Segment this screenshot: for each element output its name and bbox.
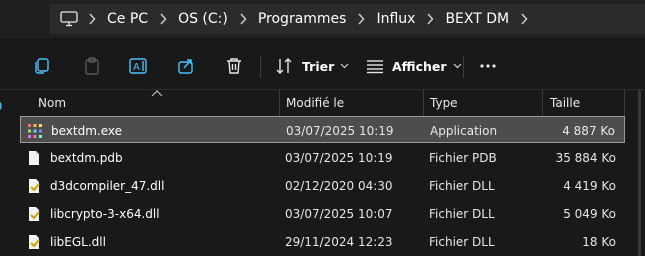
column-resize-handle[interactable] bbox=[624, 90, 625, 116]
chevron-right-icon[interactable] bbox=[151, 13, 175, 25]
file-type: Fichier DLL bbox=[429, 178, 495, 193]
column-header-modified[interactable]: Modifié le bbox=[286, 90, 344, 116]
dll-icon bbox=[26, 206, 42, 222]
file-modified: 03/07/2025 10:19 bbox=[286, 123, 394, 138]
dll-icon bbox=[26, 178, 42, 194]
file-row[interactable]: libcrypto-3-x64.dll 03/07/2025 10:07 Fic… bbox=[20, 200, 625, 227]
exe-icon bbox=[27, 123, 43, 139]
toolbar-divider bbox=[260, 56, 261, 78]
file-row[interactable]: bextdm.exe 03/07/2025 10:19 Application … bbox=[20, 116, 625, 143]
breadcrumb-item-bext-dm[interactable]: BEXT DM bbox=[442, 11, 512, 27]
file-row[interactable]: bextdm.pdb 03/07/2025 10:19 Fichier PDB … bbox=[20, 144, 625, 171]
file-name: bextdm.pdb bbox=[50, 150, 123, 165]
address-bar: Ce PC OS (C:) Programmes Influx BEXT DM bbox=[0, 0, 645, 38]
column-resize-handle[interactable] bbox=[542, 90, 543, 116]
file-row[interactable]: libEGL.dll 29/11/2024 12:23 Fichier DLL … bbox=[20, 228, 625, 255]
file-modified: 03/07/2025 10:19 bbox=[285, 150, 393, 165]
share-button[interactable] bbox=[176, 52, 196, 80]
cut-button[interactable] bbox=[32, 52, 52, 80]
chevron-down-icon bbox=[340, 63, 349, 69]
sort-icon bbox=[276, 58, 292, 74]
copy-icon bbox=[35, 58, 49, 74]
chevron-right-icon[interactable] bbox=[418, 13, 442, 25]
chevron-right-icon[interactable] bbox=[231, 13, 255, 25]
command-bar: A Trier Afficher bbox=[0, 38, 645, 111]
file-size: 35 884 Ko bbox=[555, 150, 616, 165]
breadcrumb-item-programmes[interactable]: Programmes bbox=[255, 11, 350, 27]
breadcrumb-item-ce-pc[interactable]: Ce PC bbox=[104, 11, 151, 27]
new-item-icon[interactable] bbox=[0, 98, 6, 118]
chevron-down-icon bbox=[453, 63, 462, 69]
paste-button[interactable] bbox=[82, 52, 102, 80]
sort-button-label: Trier bbox=[302, 58, 335, 74]
sort-ascending-icon bbox=[151, 86, 163, 100]
view-icon bbox=[367, 60, 383, 74]
paste-icon bbox=[85, 57, 99, 75]
rename-icon: A bbox=[129, 58, 147, 74]
view-button[interactable]: Afficher bbox=[366, 52, 462, 80]
file-size: 5 049 Ko bbox=[563, 206, 616, 221]
svg-text:A: A bbox=[133, 62, 140, 73]
file-size: 4 419 Ko bbox=[563, 178, 616, 193]
column-resize-handle[interactable] bbox=[279, 90, 280, 116]
file-name: bextdm.exe bbox=[51, 123, 123, 138]
breadcrumb-item-os-c[interactable]: OS (C:) bbox=[175, 11, 231, 27]
more-icon bbox=[480, 64, 496, 68]
file-name: libEGL.dll bbox=[50, 234, 106, 249]
view-button-label: Afficher bbox=[392, 58, 447, 74]
breadcrumb[interactable]: Ce PC OS (C:) Programmes Influx BEXT DM bbox=[50, 4, 645, 34]
more-options-button[interactable] bbox=[478, 52, 498, 80]
file-type: Fichier DLL bbox=[429, 206, 495, 221]
chevron-right-icon[interactable] bbox=[512, 13, 536, 25]
vertical-scrollbar[interactable] bbox=[638, 90, 641, 256]
file-type: Fichier PDB bbox=[429, 150, 497, 165]
column-header-size[interactable]: Taille bbox=[550, 90, 580, 116]
file-size: 4 887 Ko bbox=[562, 123, 615, 138]
delete-button[interactable] bbox=[224, 52, 244, 80]
breadcrumb-item-influx[interactable]: Influx bbox=[373, 11, 418, 27]
dll-icon bbox=[26, 234, 42, 250]
chevron-right-icon[interactable] bbox=[349, 13, 373, 25]
file-modified: 03/07/2025 10:07 bbox=[285, 206, 393, 221]
file-modified: 02/12/2020 04:30 bbox=[285, 178, 393, 193]
share-icon bbox=[178, 59, 193, 74]
file-name: libcrypto-3-x64.dll bbox=[50, 206, 160, 221]
file-name: d3dcompiler_47.dll bbox=[50, 178, 165, 193]
column-resize-handle[interactable] bbox=[423, 90, 424, 116]
column-headers: Nom Modifié le Type Taille bbox=[20, 90, 625, 116]
sort-button[interactable]: Trier bbox=[274, 52, 349, 80]
trash-icon bbox=[227, 58, 241, 74]
file-type: Fichier DLL bbox=[429, 234, 495, 249]
column-header-type[interactable]: Type bbox=[430, 90, 458, 116]
file-modified: 29/11/2024 12:23 bbox=[285, 234, 393, 249]
toolbar-divider bbox=[463, 56, 464, 78]
file-icon bbox=[26, 150, 42, 166]
computer-icon[interactable] bbox=[60, 9, 80, 29]
file-type: Application bbox=[430, 123, 498, 138]
chevron-right-icon[interactable] bbox=[80, 13, 104, 25]
column-header-name[interactable]: Nom bbox=[38, 90, 66, 116]
file-size: 18 Ko bbox=[582, 234, 616, 249]
file-row[interactable]: d3dcompiler_47.dll 02/12/2020 04:30 Fich… bbox=[20, 172, 625, 199]
rename-button[interactable]: A bbox=[128, 52, 150, 80]
